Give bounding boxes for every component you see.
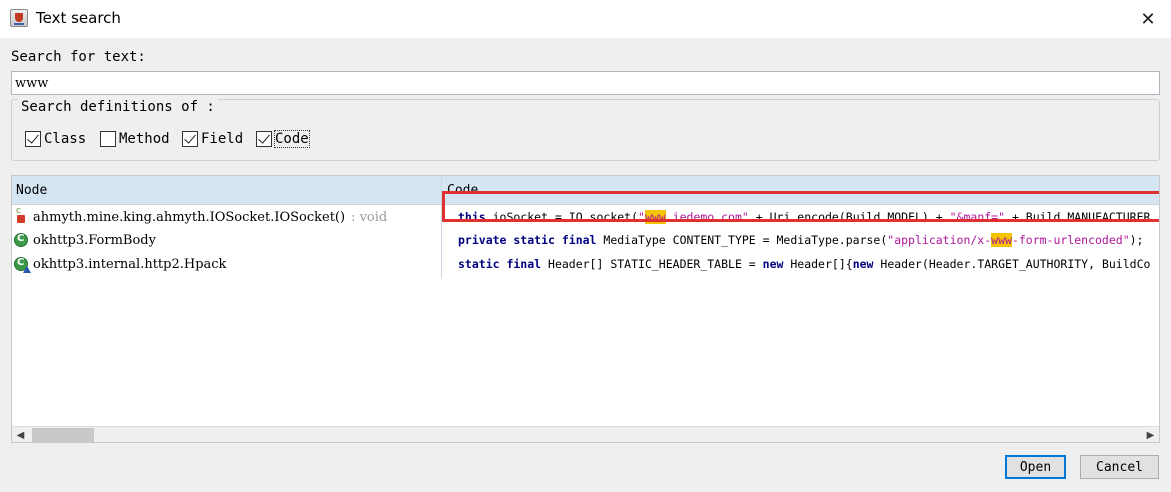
code-checkbox-box[interactable]: [256, 131, 272, 147]
scroll-left-icon[interactable]: ◀: [12, 427, 29, 442]
search-match-highlight: www: [991, 233, 1012, 247]
scroll-right-icon[interactable]: ▶: [1142, 427, 1159, 442]
code-token: new: [762, 257, 784, 271]
code-row[interactable]: private static final MediaType CONTENT_T…: [442, 228, 1159, 252]
class-checkbox-label: Class: [44, 131, 87, 147]
code-token: "application/x-: [887, 233, 992, 247]
code-token: -form-urlencoded": [1011, 233, 1130, 247]
node-name: ahmyth.mine.king.ahmyth.IOSocket.IOSocke…: [33, 209, 346, 225]
class-checkbox[interactable]: Class: [25, 131, 86, 147]
field-checkbox[interactable]: Field: [182, 131, 243, 147]
node-name: okhttp3.FormBody: [33, 232, 156, 248]
field-checkbox-label: Field: [201, 131, 244, 147]
class-checkbox-box[interactable]: [25, 131, 41, 147]
method-checkbox-label: Method: [119, 131, 170, 147]
method-checkbox-box[interactable]: [100, 131, 116, 147]
scrollbar-thumb[interactable]: [32, 428, 94, 442]
code-token: Header[] STATIC_HEADER_TABLE =: [541, 257, 763, 271]
node-row[interactable]: okhttp3.internal.http2.Hpack: [12, 252, 441, 276]
code-token: new: [852, 257, 874, 271]
results-table: Node Code ahmyth.mine.king.ahmyth.IOSock…: [11, 175, 1160, 443]
code-token: MediaType CONTENT_TYPE = MediaType.parse…: [596, 233, 888, 247]
code-checkbox[interactable]: Code: [256, 130, 310, 148]
code-token: Header[]{: [783, 257, 853, 271]
search-label: Search for text:: [11, 49, 146, 65]
field-checkbox-box[interactable]: [182, 131, 198, 147]
node-column-header[interactable]: Node: [12, 176, 441, 205]
method-checkbox[interactable]: Method: [100, 131, 170, 147]
code-token: Header(Header.TARGET_AUTHORITY, BuildCo: [873, 257, 1151, 271]
method-icon: [14, 206, 28, 224]
search-definitions-legend: Search definitions of :: [18, 99, 218, 115]
code-token: private static final: [458, 233, 597, 247]
class-icon: [14, 233, 28, 247]
close-icon[interactable]: ✕: [1125, 0, 1171, 38]
node-row[interactable]: okhttp3.FormBody: [12, 228, 441, 252]
java-cup-icon: [10, 9, 28, 27]
search-input[interactable]: [11, 71, 1160, 95]
title-bar: Text search ✕: [0, 0, 1171, 38]
inner-class-icon: [14, 257, 31, 273]
open-button[interactable]: Open: [1005, 455, 1066, 479]
horizontal-scrollbar[interactable]: ◀ ▶: [12, 426, 1159, 442]
code-row[interactable]: static final Header[] STATIC_HEADER_TABL…: [442, 252, 1159, 276]
node-row[interactable]: ahmyth.mine.king.ahmyth.IOSocket.IOSocke…: [12, 205, 441, 229]
code-token: static final: [458, 257, 542, 271]
node-name: okhttp3.internal.http2.Hpack: [33, 256, 227, 272]
code-token: );: [1129, 233, 1144, 247]
text-search-dialog: Search for text: Search definitions of :…: [0, 38, 1171, 492]
annotation-highlight-box: [442, 191, 1159, 222]
cancel-button[interactable]: Cancel: [1080, 455, 1159, 479]
node-return-type: : void: [351, 209, 388, 225]
search-definitions-group: Search definitions of : Class Method Fie…: [11, 99, 1160, 161]
code-checkbox-label: Code: [274, 130, 310, 148]
window-title: Text search: [36, 9, 121, 27]
